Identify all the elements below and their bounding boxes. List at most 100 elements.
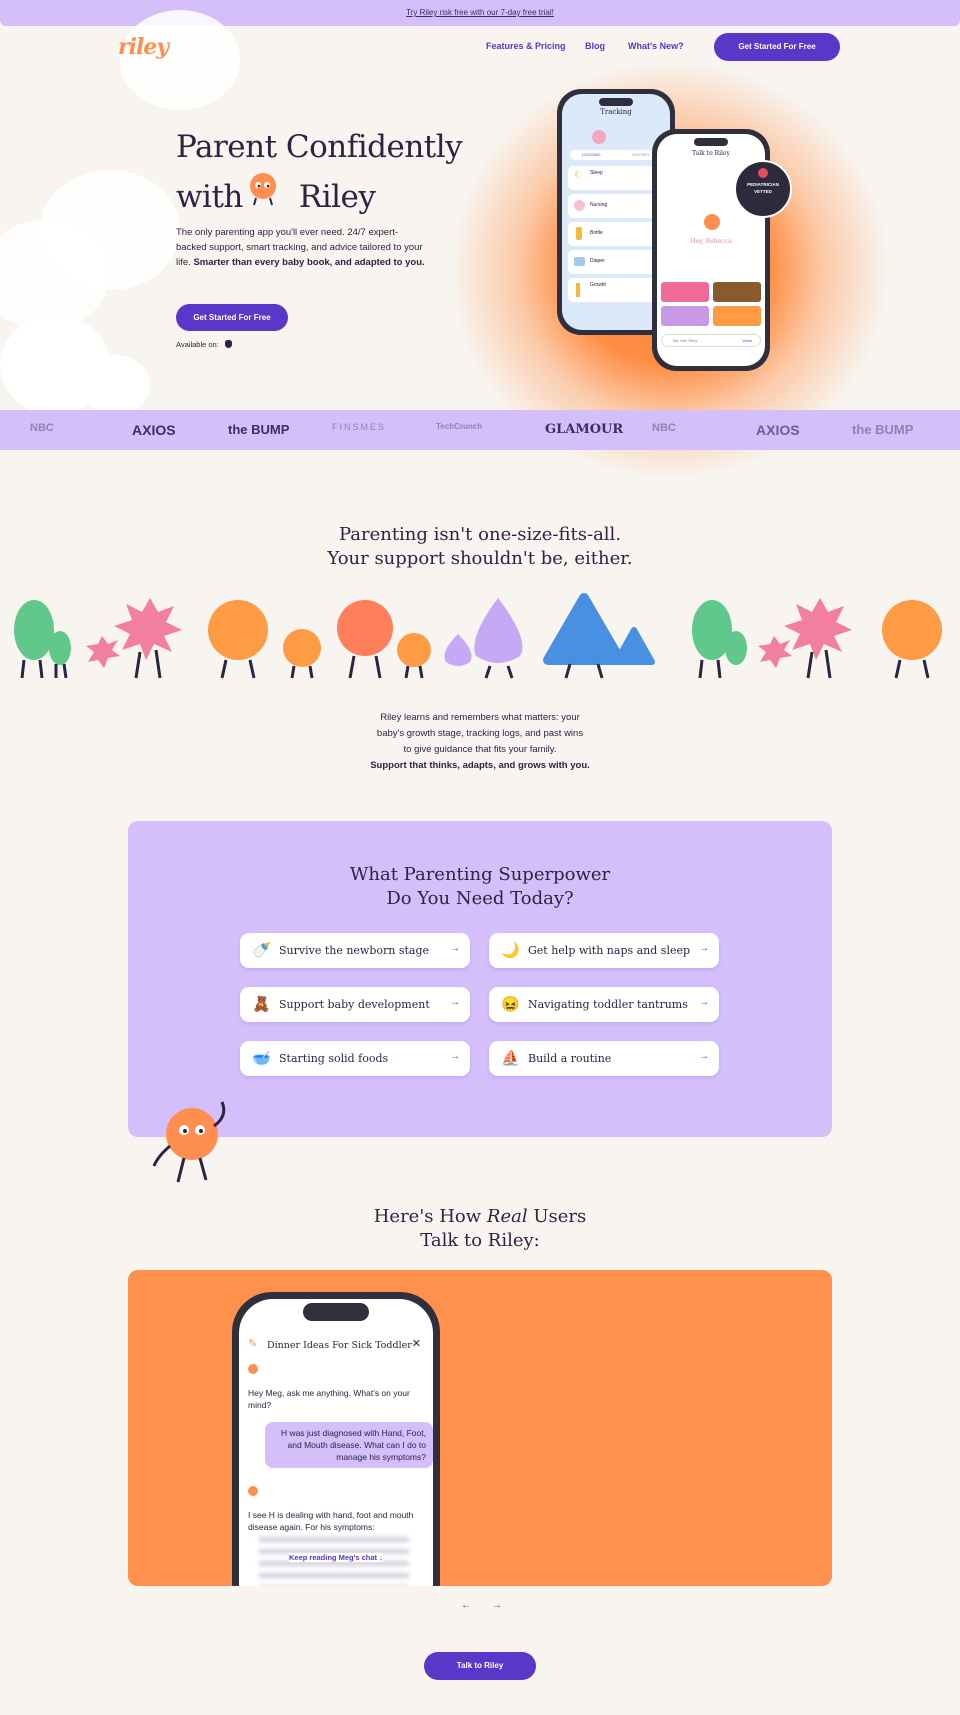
support-para-line2: baby's growth stage, tracking logs, and … [376, 728, 584, 739]
bot-message: Hey Meg, ask me anything. What's on your… [248, 1388, 410, 1410]
arrow-right-icon: → [699, 1051, 709, 1062]
option-label: Get help with naps and sleep [528, 944, 691, 957]
voice-button[interactable]: Voice [742, 335, 752, 346]
pink-spiky-mascot-icon [86, 598, 182, 679]
diaper-icon [574, 257, 585, 266]
bowl-icon: 🥣 [252, 1050, 271, 1067]
option-solid-foods[interactable]: 🥣 Starting solid foods → [240, 1041, 470, 1076]
flower-mascot-icon [337, 600, 431, 679]
close-icon[interactable]: ✕ [412, 1337, 421, 1350]
support-heading-line2: Your support shouldn't be, either. [327, 548, 633, 569]
suggestion-card[interactable] [661, 306, 709, 326]
hero-get-started-button[interactable]: Get Started For Free [176, 304, 288, 331]
support-paragraph: Riley learns and remembers what matters:… [0, 710, 960, 774]
suggestion-card[interactable] [661, 282, 709, 302]
nav-blog[interactable]: Blog [585, 41, 605, 51]
tracking-row-sleep[interactable]: Sleep ☾ [568, 166, 664, 190]
moon-icon: ☾ [574, 170, 583, 181]
support-para-line3: to give guidance that fits your family. [403, 744, 557, 755]
hero-title-line1: Parent Confidently [176, 129, 463, 165]
get-started-button[interactable]: Get Started For Free [714, 33, 840, 61]
chat-title: Dinner Ideas For Sick Toddler [267, 1340, 412, 1351]
hero-desc-bold: Smarter than every baby book, and adapte… [193, 257, 425, 268]
tab-history[interactable]: HISTORY [632, 150, 650, 160]
press-logo-finsmes: FINSMES [332, 422, 387, 432]
riley-mascot-icon [250, 173, 276, 206]
carousel-next-button[interactable]: → [492, 1600, 502, 1611]
talk-input[interactable]: Talk with Riley Voice [661, 334, 761, 347]
option-development[interactable]: 🧸 Support baby development → [240, 987, 470, 1022]
brand-logo[interactable]: riley [118, 34, 169, 60]
cloud-decoration [80, 355, 150, 415]
tracking-avatar [592, 130, 606, 144]
tracking-title: Tracking [600, 108, 632, 116]
carousel-prev-button[interactable]: ← [461, 1600, 471, 1611]
pink-spiky-mascot-icon [758, 598, 852, 679]
option-tantrums[interactable]: 😖 Navigating toddler tantrums → [489, 987, 719, 1022]
phone-notch [303, 1303, 369, 1321]
option-label: Build a routine [528, 1052, 612, 1065]
tracking-row-bottle[interactable]: Bottle [568, 222, 664, 246]
blocks-icon: 🧸 [252, 996, 271, 1013]
bot-message: I see H is dealing with hand, foot and m… [248, 1510, 414, 1532]
hero-title-line2: with Riley [176, 172, 462, 222]
seal-text: PEDIATRICIAN VETTED [747, 182, 779, 194]
row-label: Growth [590, 282, 607, 288]
option-newborn[interactable]: 🍼 Survive the newborn stage → [240, 933, 470, 968]
nursing-icon [574, 200, 585, 211]
nav-features-pricing[interactable]: Features & Pricing [486, 41, 566, 51]
hero-title-with: with [176, 179, 243, 215]
ruler-icon [576, 283, 580, 297]
suggestion-card[interactable] [713, 306, 761, 326]
tracking-row-nursing[interactable]: Nursing [568, 194, 664, 218]
real-users-heading-line1: Here's How Real Users [0, 1205, 960, 1229]
pediatrician-vetted-seal: PEDIATRICIAN VETTED [734, 160, 792, 218]
hero-description: The only parenting app you'll ever need.… [176, 225, 426, 270]
arrow-right-icon: → [699, 943, 709, 954]
heading-emphasis: Real [486, 1206, 528, 1227]
real-users-heading: Here's How Real Users Talk to Riley: [0, 1205, 960, 1253]
orange-mascot-icon [208, 600, 321, 679]
tracking-tabs: LOGGING HISTORY [570, 150, 662, 160]
available-label: Available on: [176, 340, 219, 349]
option-label: Starting solid foods [279, 1052, 389, 1065]
option-naps-sleep[interactable]: 🌙 Get help with naps and sleep → [489, 933, 719, 968]
user-message: H was just diagnosed with Hand, Foot, an… [265, 1422, 433, 1468]
tracking-row-growth[interactable]: Growth [568, 278, 664, 302]
support-para-bold: Support that thinks, adapts, and grows w… [370, 760, 590, 771]
cloud-decoration [120, 10, 240, 110]
arrow-right-icon: → [699, 997, 709, 1008]
option-routine[interactable]: ⛵ Build a routine → [489, 1041, 719, 1076]
heading-part: Here's How [373, 1206, 482, 1227]
superpower-heading-line2: Do You Need Today? [386, 888, 574, 909]
real-users-heading-line2: Talk to Riley: [420, 1230, 540, 1251]
arrow-right-icon: → [450, 997, 460, 1008]
keep-reading-link[interactable]: Keep reading Meg's chat ↓ [289, 1553, 383, 1562]
nav-whats-new[interactable]: What's New? [628, 41, 684, 51]
heading-part: Users [533, 1206, 587, 1227]
apple-icon[interactable] [224, 340, 232, 348]
arrow-right-icon: → [450, 1051, 460, 1062]
hero-title-riley: Riley [298, 179, 376, 215]
riley-mascot-icon [704, 214, 720, 230]
baby-bottle-icon: 🍼 [252, 942, 271, 959]
purple-drop-mascot-icon [444, 598, 523, 679]
press-logo-techcrunch: TechCrunch [436, 422, 483, 431]
talk-to-riley-button[interactable]: Talk to Riley [424, 1652, 536, 1680]
chat-showcase: ✎ Dinner Ideas For Sick Toddler ✕ Hey Me… [128, 1270, 832, 1586]
tab-logging[interactable]: LOGGING [582, 150, 601, 160]
green-mascot-icon [14, 600, 71, 679]
arrow-right-icon: → [450, 943, 460, 954]
chat-phone: ✎ Dinner Ideas For Sick Toddler ✕ Hey Me… [232, 1292, 440, 1586]
talk-input-placeholder: Talk with Riley [672, 338, 698, 343]
pencil-icon: ✎ [248, 1338, 258, 1350]
option-label: Survive the newborn stage [279, 944, 430, 957]
press-logo-axios: AXIOS [756, 422, 800, 438]
face-icon: 😖 [501, 996, 520, 1013]
suggestion-card[interactable] [713, 282, 761, 302]
support-para-line1: Riley learns and remembers what matters:… [380, 712, 580, 723]
tracking-row-diaper[interactable]: Diaper [568, 250, 664, 274]
blue-mascot-icon [543, 593, 655, 679]
press-logo-nbc: NBC [30, 422, 54, 434]
superpower-heading: What Parenting Superpower Do You Need To… [128, 863, 832, 911]
